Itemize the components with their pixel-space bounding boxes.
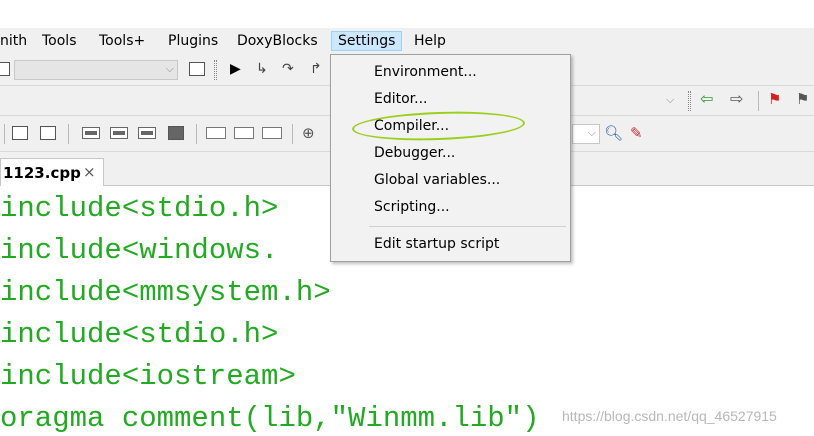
menu-tools[interactable]: Tools xyxy=(36,31,83,51)
menu-help[interactable]: Help xyxy=(408,31,452,51)
menu-tools-plus[interactable]: Tools+ xyxy=(93,31,151,51)
step-over-icon[interactable]: ↷ xyxy=(282,60,294,78)
menu-item-edit-startup-script[interactable]: Edit startup script xyxy=(332,231,569,258)
menu-item-scripting[interactable]: Scripting... xyxy=(332,194,569,221)
tab-1123-cpp[interactable]: 1123.cpp × xyxy=(0,158,104,186)
step-into-icon[interactable]: ↳ xyxy=(256,60,268,78)
code-line: include<mmsystem.h> xyxy=(0,276,331,309)
code-line: include<iostream> xyxy=(0,360,296,393)
comment-block-icon[interactable] xyxy=(12,126,28,140)
toolbar-separator xyxy=(758,91,759,111)
settings-menu: Environment... Editor... Compiler... Deb… xyxy=(330,54,571,262)
menu-settings[interactable]: Settings xyxy=(331,31,403,51)
tab-label: 1123.cpp xyxy=(3,164,81,182)
step-out-icon[interactable]: ↱ xyxy=(310,60,322,78)
search-icon[interactable]: 🔍︎ xyxy=(604,124,623,142)
play-icon[interactable]: ▶ xyxy=(230,60,241,78)
chevron-down-icon: ⌵ xyxy=(587,126,596,139)
bookmark-flag-icon[interactable]: ⚑ xyxy=(796,90,809,108)
chevron-down-icon: ⌵ xyxy=(165,62,174,75)
menu-plugins[interactable]: Plugins xyxy=(162,31,224,51)
toolbar-icon[interactable] xyxy=(0,62,10,76)
toolbar-separator xyxy=(68,124,69,144)
search-scope-select[interactable]: ⌵ xyxy=(572,124,600,144)
toolbar-grip[interactable] xyxy=(214,60,217,80)
code-line: include<stdio.h> xyxy=(0,192,279,225)
toolbar-separator xyxy=(292,124,293,144)
menu-item-debugger[interactable]: Debugger... xyxy=(332,140,569,167)
close-icon[interactable]: × xyxy=(83,163,96,181)
code-line: include<stdio.h> xyxy=(0,318,279,351)
chevron-down-icon[interactable]: ⌵ xyxy=(666,91,674,109)
code-block-icon[interactable] xyxy=(110,127,128,139)
back-arrow-icon[interactable]: ⇦ xyxy=(700,90,713,108)
code-block-icon[interactable] xyxy=(82,127,100,139)
build-target-select[interactable]: ⌵ xyxy=(14,60,178,80)
build-target-icon[interactable] xyxy=(189,62,205,76)
toolbar-separator xyxy=(4,124,5,144)
menu-item-environment[interactable]: Environment... xyxy=(332,59,569,86)
code-block-icon[interactable] xyxy=(168,126,184,140)
menu-item-compiler[interactable]: Compiler... xyxy=(332,113,569,140)
forward-arrow-icon[interactable]: ⇨ xyxy=(730,90,743,108)
menu-separator xyxy=(369,226,566,227)
watermark: https://blog.csdn.net/qq_46527915 xyxy=(562,408,777,424)
wrench-icon[interactable]: ✎ xyxy=(630,124,643,142)
frame-icon[interactable] xyxy=(206,127,226,139)
menu-bar: nith Tools Tools+ Plugins DoxyBlocks Set… xyxy=(0,28,814,54)
frame-icon[interactable] xyxy=(262,127,282,139)
code-line: include<windows. xyxy=(0,234,279,267)
toolbar-grip[interactable] xyxy=(688,91,691,111)
menu-doxyblocks[interactable]: DoxyBlocks xyxy=(231,31,324,51)
comment-line-icon[interactable] xyxy=(40,126,56,140)
code-block-icon[interactable] xyxy=(138,127,156,139)
code-line: oragma comment(lib,"Winmm.lib") xyxy=(0,402,540,435)
menu-item-global-variables[interactable]: Global variables... xyxy=(332,167,569,194)
menu-item-editor[interactable]: Editor... xyxy=(332,86,569,113)
magnifier-icon[interactable]: ⊕ xyxy=(302,124,315,142)
menu-smith[interactable]: nith xyxy=(0,31,33,51)
toolbar-separator xyxy=(196,124,197,144)
frame-icon[interactable] xyxy=(234,127,254,139)
bookmark-flag-icon[interactable]: ⚑ xyxy=(768,90,781,108)
